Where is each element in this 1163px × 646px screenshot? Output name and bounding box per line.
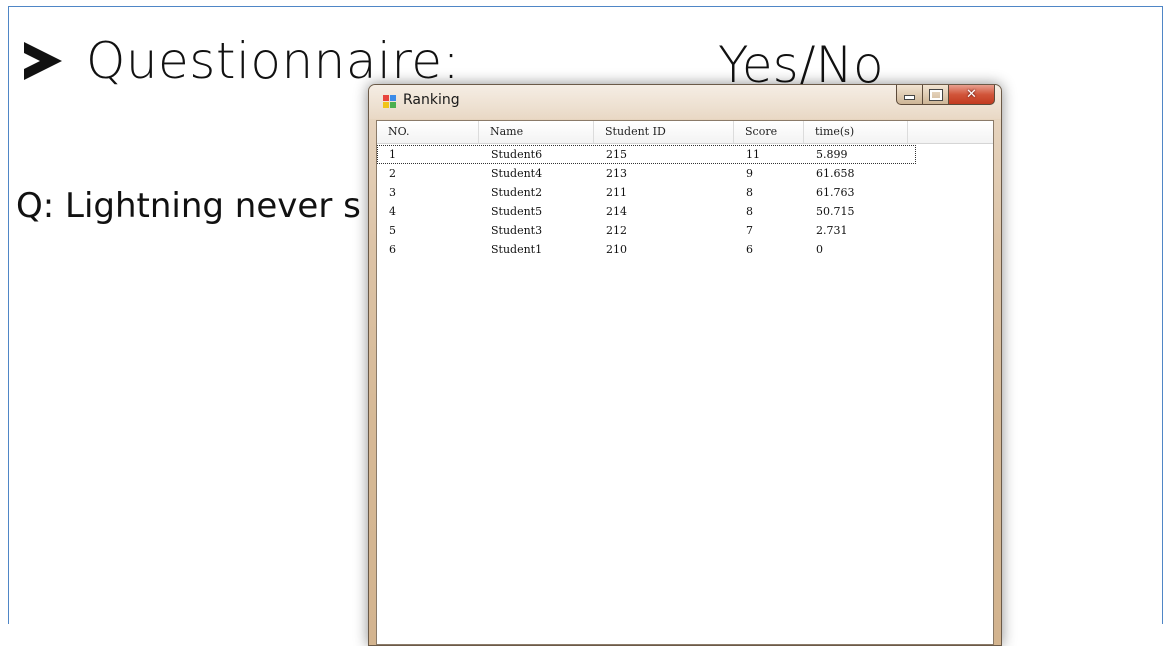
cell-score: 8 [746,205,753,218]
cell-time: 61.763 [816,186,855,199]
bullet-arrow-icon [24,41,62,80]
cell-name: Student2 [491,186,543,199]
ranking-listview[interactable]: NO. Name Student ID Score time(s) 1 Stud… [376,120,994,645]
minimize-icon [904,95,915,100]
cell-name: Student6 [491,148,543,161]
minimize-button[interactable] [896,85,923,105]
cell-score: 11 [746,148,760,161]
close-icon: ✕ [966,87,977,102]
close-button[interactable]: ✕ [949,85,995,105]
cell-time: 50.715 [816,205,855,218]
window-controls: ✕ [896,85,995,107]
window-title: Ranking [403,92,460,108]
column-header-name[interactable]: Name [479,121,594,143]
app-icon[interactable] [383,95,397,109]
cell-name: Student5 [491,205,543,218]
column-header-no[interactable]: NO. [377,121,479,143]
cell-time: 2.731 [816,224,848,237]
cell-student-id: 211 [606,186,627,199]
maximize-button[interactable] [923,85,949,105]
cell-no: 4 [389,205,396,218]
cell-student-id: 213 [606,167,627,180]
cell-score: 8 [746,186,753,199]
table-row[interactable]: 5 Student3 212 7 2.731 [377,221,993,240]
cell-no: 1 [389,148,396,161]
column-header-time[interactable]: time(s) [804,121,908,143]
cell-score: 9 [746,167,753,180]
cell-time: 0 [816,243,823,256]
cell-name: Student4 [491,167,543,180]
maximize-icon [928,88,943,101]
table-row[interactable]: 4 Student5 214 8 50.715 [377,202,993,221]
cell-time: 5.899 [816,148,848,161]
table-row[interactable]: 2 Student4 213 9 61.658 [377,164,993,183]
cell-time: 61.658 [816,167,855,180]
cell-no: 2 [389,167,396,180]
listview-header: NO. Name Student ID Score time(s) [377,121,993,144]
cell-no: 3 [389,186,396,199]
ranking-window: Ranking ✕ NO. Name Student ID Score time… [368,84,1002,646]
cell-name: Student3 [491,224,543,237]
table-row[interactable]: 1 Student6 215 11 5.899 [377,145,916,164]
cell-no: 6 [389,243,396,256]
listview-rows: 1 Student6 215 11 5.899 2 Student4 213 9… [377,145,993,259]
slide-title-text: Questionnaire: [86,32,460,90]
cell-student-id: 214 [606,205,627,218]
column-header-score[interactable]: Score [734,121,804,143]
slide-question: Q: Lightning never s [16,186,361,226]
table-row[interactable]: 3 Student2 211 8 61.763 [377,183,993,202]
cell-score: 7 [746,224,753,237]
cell-name: Student1 [491,243,543,256]
cell-student-id: 215 [606,148,627,161]
column-header-student-id[interactable]: Student ID [594,121,734,143]
cell-score: 6 [746,243,753,256]
cell-no: 5 [389,224,396,237]
table-row[interactable]: 6 Student1 210 6 0 [377,240,993,259]
cell-student-id: 212 [606,224,627,237]
cell-student-id: 210 [606,243,627,256]
